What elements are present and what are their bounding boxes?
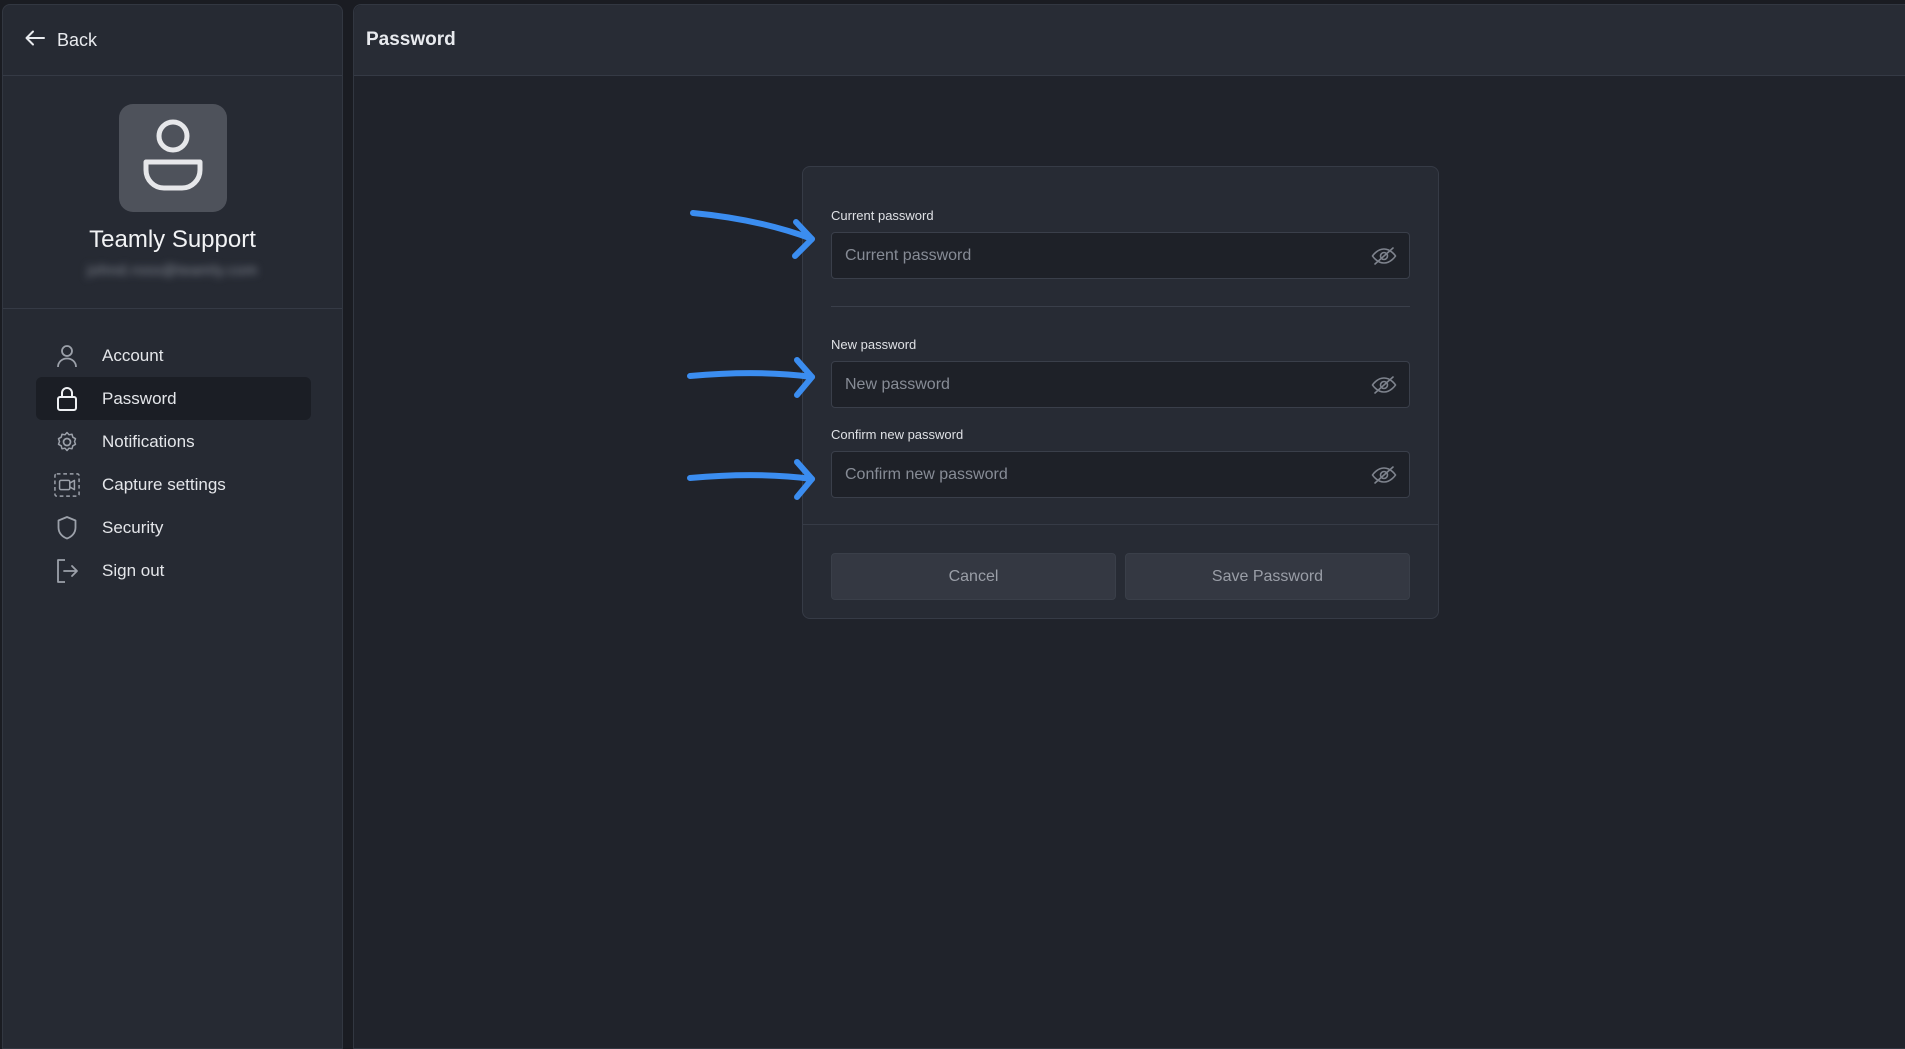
user-icon [54,343,80,369]
back-label: Back [57,29,98,50]
eye-off-icon[interactable] [1371,244,1397,268]
current-password-wrapper [831,232,1410,279]
gear-icon [54,429,80,455]
sidebar-header: Back [3,5,342,76]
shield-icon [54,515,80,541]
profile-email: johnd.ross@teamly.com [87,262,258,279]
current-password-field: Current password [831,208,1410,279]
new-password-field: New password [831,337,1410,408]
current-password-input[interactable] [832,233,1409,278]
sidebar-item-password[interactable]: Password [36,377,311,420]
lock-icon [54,386,80,412]
avatar [118,104,227,212]
new-password-input[interactable] [832,362,1409,407]
sidebar-item-label: Sign out [102,560,165,580]
sidebar-item-sign-out[interactable]: Sign out [36,549,311,592]
eye-off-icon[interactable] [1371,373,1397,397]
settings-nav: Account Password Notifications Capture s… [3,309,342,592]
app-root: Back Teamly Support johnd.ross@teamly.co… [0,0,1905,1049]
confirm-password-wrapper [831,451,1410,498]
main-panel: Password Current password New password C… [353,4,1905,1049]
sidebar-item-security[interactable]: Security [36,506,311,549]
video-capture-icon [54,472,80,498]
cancel-button[interactable]: Cancel [831,553,1116,600]
arrow-left-icon [25,30,45,51]
confirm-password-field: Confirm new password [831,427,1410,498]
password-form-card: Current password New password Confirm ne… [802,166,1439,619]
eye-off-icon[interactable] [1371,463,1397,487]
sidebar-item-capture-settings[interactable]: Capture settings [36,463,311,506]
sidebar-item-label: Password [102,388,177,408]
confirm-password-label: Confirm new password [831,427,964,442]
sidebar-item-label: Security [102,517,164,537]
back-button[interactable]: Back [25,30,97,51]
new-password-wrapper [831,361,1410,408]
user-avatar-icon [140,118,206,199]
sidebar-item-account[interactable]: Account [36,334,311,377]
sidebar-item-label: Notifications [102,431,195,451]
profile-name: Teamly Support [89,226,256,253]
main-header: Password [354,5,1905,76]
sidebar-item-notifications[interactable]: Notifications [36,420,311,463]
form-footer-divider [803,524,1438,525]
confirm-password-input[interactable] [832,452,1409,497]
save-password-button[interactable]: Save Password [1125,553,1410,600]
sidebar-item-label: Capture settings [102,474,226,494]
sidebar-item-label: Account [102,345,164,365]
profile-section: Teamly Support johnd.ross@teamly.com [3,76,342,309]
sign-out-icon [54,558,80,584]
section-divider [831,306,1410,307]
new-password-label: New password [831,337,917,352]
current-password-label: Current password [831,208,934,223]
sidebar: Back Teamly Support johnd.ross@teamly.co… [2,4,343,1049]
page-title: Password [366,29,456,50]
